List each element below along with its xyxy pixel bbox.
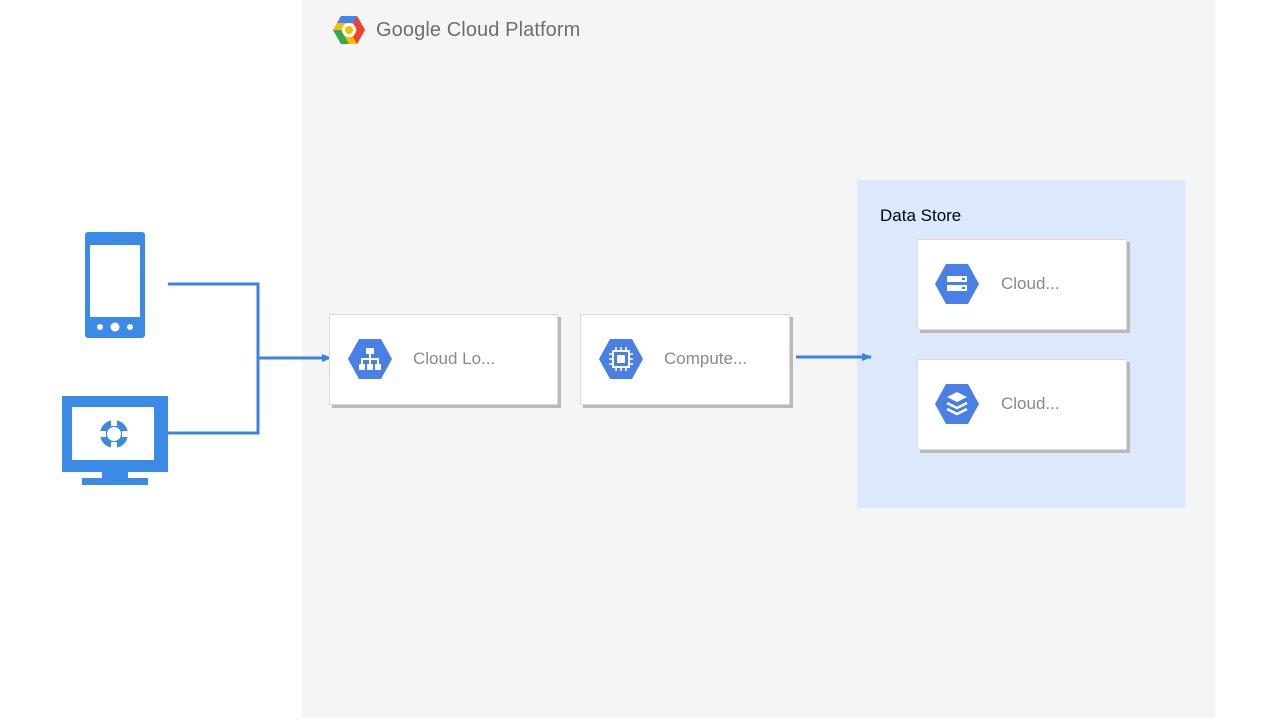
desktop-connector xyxy=(168,358,260,435)
mobile-connector xyxy=(168,282,260,358)
cloud-datastore-icon xyxy=(935,384,979,424)
cloud-storage-icon xyxy=(935,264,979,304)
load-balancing-card[interactable]: Cloud Lo... xyxy=(329,314,558,405)
compute-engine-icon xyxy=(599,339,643,379)
cloud-storage-label: Cloud... xyxy=(1001,274,1060,293)
compute-engine-card[interactable]: Compute... xyxy=(580,314,790,405)
desktop-monitor-icon xyxy=(62,396,168,485)
load-balancing-icon xyxy=(348,339,392,379)
cloud-datastore-label: Cloud... xyxy=(1001,394,1060,413)
mobile-phone-icon xyxy=(85,232,145,338)
cloud-storage-card[interactable]: Cloud... xyxy=(917,239,1127,330)
compute-engine-label: Compute... xyxy=(664,349,748,368)
cloud-datastore-card[interactable]: Cloud... xyxy=(917,359,1127,450)
load-balancing-label: Cloud Lo... xyxy=(413,349,496,368)
